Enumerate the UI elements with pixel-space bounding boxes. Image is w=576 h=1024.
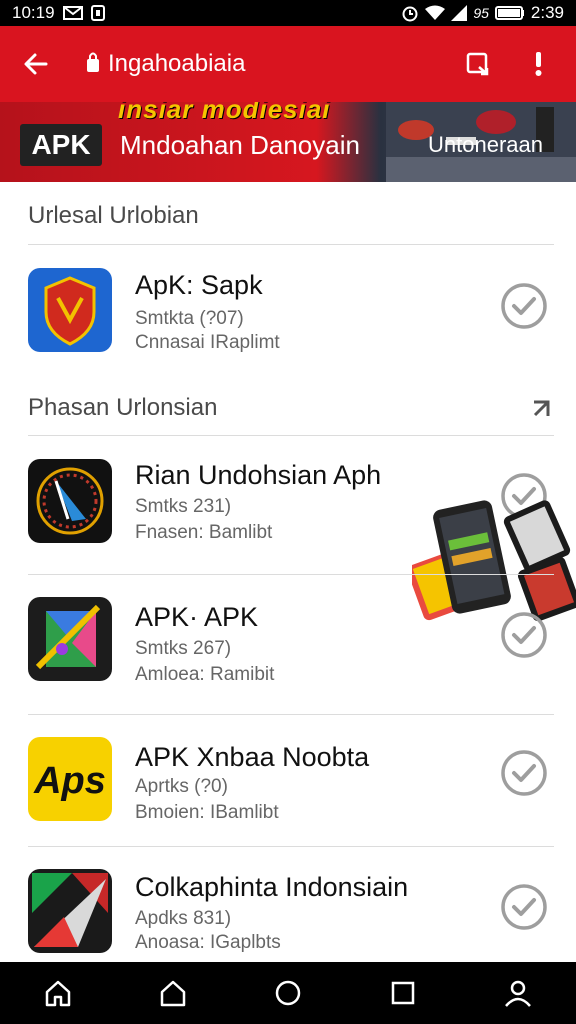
alarm-icon [401,4,419,22]
app-shield-icon [28,268,112,352]
nav-profile-button[interactable] [490,965,546,1021]
app-compass-icon [28,459,112,543]
signal-icon [451,5,468,21]
circle-icon [275,980,301,1006]
arrow-left-icon [24,53,48,75]
divider [28,244,554,245]
nav-back-button[interactable] [145,965,201,1021]
promo-banner[interactable]: insiar modiesiai APK Mndoahan Danoyain U… [0,102,576,182]
exclamation-icon [535,52,542,76]
app-category: Amloea: Ramibit [135,664,275,685]
app-category: Anoasa: IGaplbts [135,932,281,953]
share-icon [466,52,489,76]
check-circle-icon [501,612,547,658]
install-check-button[interactable] [500,749,548,797]
status-bar: 10:19 95 2:39 [0,0,576,26]
app-aps-icon: Aps [28,737,112,821]
app-row[interactable]: Aps APK Xnbaa Noobta Aprtks (?0) Bmoien:… [0,718,576,838]
notification-icon [90,5,105,21]
banner-top-text: insiar modiesiai [118,102,331,124]
battery-icon [494,5,525,21]
status-time: 10:19 [12,3,55,22]
nav-home-button[interactable] [30,965,86,1021]
banner-apk-badge: APK [20,124,102,166]
section-title: Phasan Urlonsian [28,394,218,421]
check-circle-icon [501,283,547,329]
app-category: Cnnasai IRaplimt [135,332,280,353]
chevron-right-icon [530,396,554,420]
wifi-icon [425,5,446,21]
check-circle-icon [501,750,547,796]
app-name: APK· APK [135,602,259,632]
app-version: Smtks 231) [135,496,232,517]
app-row[interactable]: Colkaphinta Indonsiain Apdks 831) Anoasa… [0,850,576,970]
nav-recents-button[interactable] [375,965,431,1021]
app-name: Colkaphinta Indonsiain [135,872,409,902]
install-check-button[interactable] [500,883,548,931]
section-title: Urlesal Urlobian [28,202,199,229]
install-check-button[interactable] [500,611,548,659]
section-header-1: Urlesal Urlobian [28,186,554,246]
install-check-button[interactable] [500,282,548,330]
app-version: Apdks 831) [135,908,232,929]
app-bar: Ingahoabiaia [0,26,576,102]
app-category: Fnasen: Bamlibt [135,522,273,543]
app-version: Smtkta (?07) [135,308,244,329]
app-name: ApK: Sapk [135,270,263,300]
banner-main-text: Mndoahan Danoyain [120,130,360,160]
svg-text:Aps: Aps [33,760,106,802]
app-version: Smtks 267) [135,638,232,659]
page-title: Ingahoabiaia [108,50,246,77]
divider [28,574,554,575]
back-button[interactable] [0,26,72,102]
lock-icon [86,51,100,78]
check-circle-icon [501,884,547,930]
navigation-bar [0,962,576,1024]
house-outline-icon [160,980,186,1007]
home-icon [45,980,70,1007]
share-button[interactable] [458,44,498,84]
status-right-time: 2:39 [530,3,564,22]
app-category: Bmoien: IBamlibt [135,802,279,823]
nav-circle-button[interactable] [260,965,316,1021]
divider [28,846,554,847]
person-icon [505,980,532,1007]
divider [28,714,554,715]
app-row[interactable]: APK· APK Smtks 267) Amloea: Ramibit [0,578,576,698]
divider [28,435,554,436]
section-header-2[interactable]: Phasan Urlonsian [28,378,554,438]
banner-right-text: Untoneraan [428,132,543,157]
more-button[interactable] [518,44,558,84]
app-colorful-icon [28,597,112,681]
mail-icon [62,6,83,20]
square-icon [391,981,415,1005]
battery-percent: 95 [473,5,489,21]
app-play-icon [28,869,112,953]
app-row[interactable]: ApK: Sapk Smtkta (?07) Cnnasai IRaplimt [0,246,576,366]
app-version: Aprtks (?0) [135,776,228,797]
app-name: APK Xnbaa Noobta [135,742,370,772]
app-name: Rian Undohsian Aph [135,460,382,490]
